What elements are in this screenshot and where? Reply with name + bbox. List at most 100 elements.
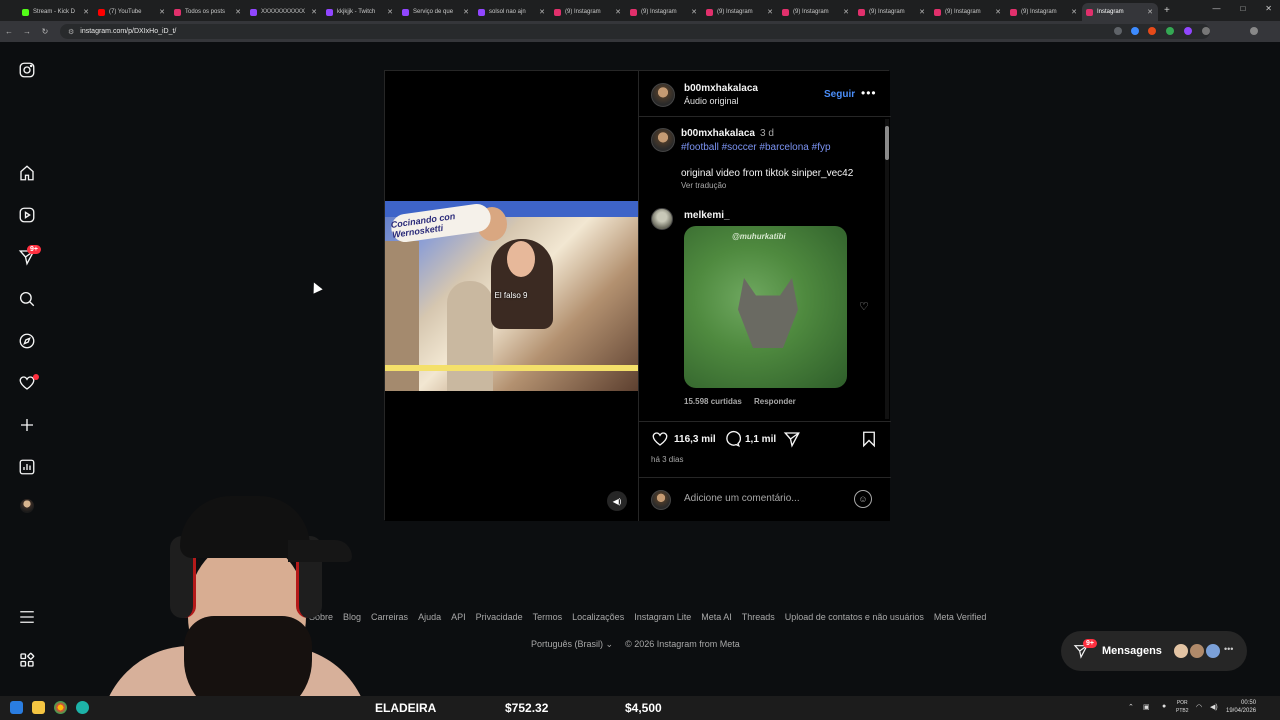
footer-link[interactable]: Carreiras [371, 612, 408, 622]
post-media[interactable]: Cocinando con Wernosketti El falso 9 ◀) [385, 71, 638, 521]
browser-tab[interactable]: XXXXXXXXXXX ✕ [246, 3, 322, 21]
footer-link[interactable]: Ajuda [418, 612, 441, 622]
commenter-avatar[interactable] [651, 208, 673, 230]
tray-mic-icon[interactable]: ● [1162, 703, 1166, 710]
follow-button[interactable]: Seguir [824, 89, 855, 100]
browser-tab[interactable]: (9) Instagram ✕ [778, 3, 854, 21]
tab-close-icon[interactable]: ✕ [691, 8, 697, 16]
reels-icon[interactable] [17, 205, 37, 225]
profile-avatar[interactable] [20, 499, 34, 513]
like-count[interactable]: 116,3 mil [674, 434, 716, 445]
tab-close-icon[interactable]: ✕ [615, 8, 621, 16]
explore-icon[interactable] [17, 331, 37, 351]
extensions-menu-icon[interactable] [1202, 27, 1210, 35]
tab-close-icon[interactable]: ✕ [463, 8, 469, 16]
caption-hashtags[interactable]: #football #soccer #barcelona #fyp [681, 142, 831, 153]
edge-icon[interactable] [76, 701, 89, 714]
like-icon[interactable] [651, 430, 669, 448]
browser-tab[interactable]: (9) Instagram ✕ [930, 3, 1006, 21]
tray-overflow-icon[interactable]: ⌃ [1128, 703, 1134, 711]
comment-likes-count[interactable]: 15.598 curtidas [684, 397, 742, 406]
tab-close-icon[interactable]: ✕ [767, 8, 773, 16]
minimize-icon[interactable]: — [1212, 4, 1220, 13]
extension-icon[interactable] [1166, 27, 1174, 35]
file-explorer-icon[interactable] [32, 701, 45, 714]
browser-tab[interactable]: Serviço de que ✕ [398, 3, 474, 21]
tab-close-icon[interactable]: ✕ [387, 8, 393, 16]
caption-username[interactable]: b00mxhakalaca [681, 128, 755, 139]
tab-close-icon[interactable]: ✕ [83, 8, 89, 16]
browser-tab[interactable]: (9) Instagram ✕ [702, 3, 778, 21]
comment-icon[interactable] [723, 430, 742, 448]
forward-icon[interactable]: → [18, 27, 36, 36]
footer-link[interactable]: Instagram Lite [634, 612, 691, 622]
menu-icon[interactable] [17, 607, 37, 627]
taskbar-clock[interactable]: 00:50 19/04/2026 [1226, 699, 1256, 715]
browser-tab[interactable]: (9) Instagram ✕ [854, 3, 930, 21]
messages-button[interactable]: 9+ Mensagens ••• [1061, 631, 1247, 671]
home-icon[interactable] [17, 163, 37, 183]
footer-link[interactable]: API [451, 612, 466, 622]
extension-icon[interactable] [1148, 27, 1156, 35]
create-icon[interactable] [17, 415, 37, 435]
see-translation-link[interactable]: Ver tradução [681, 181, 726, 190]
comments-scrollbar[interactable] [885, 119, 889, 419]
footer-link[interactable]: Meta Verified [934, 612, 987, 622]
volume-icon[interactable]: ◀) [1210, 703, 1218, 711]
footer-link[interactable]: Localizações [572, 612, 624, 622]
back-icon[interactable]: ← [0, 27, 18, 36]
comment-gif[interactable]: @muhurkatibi [684, 226, 847, 388]
footer-link[interactable]: Termos [533, 612, 563, 622]
reload-icon[interactable]: ↻ [36, 27, 54, 36]
comments-scroll-thumb[interactable] [885, 126, 889, 160]
more-options-icon[interactable]: ••• [861, 86, 877, 100]
browser-tab[interactable]: kkjkjjk - Twitch ✕ [322, 3, 398, 21]
browser-tab[interactable]: Stream - Kick D ✕ [18, 3, 94, 21]
emoji-icon[interactable]: ☺ [854, 490, 872, 508]
author-avatar[interactable] [651, 83, 675, 107]
browser-tab[interactable]: (9) Instagram ✕ [1006, 3, 1082, 21]
wifi-icon[interactable]: ◠ [1196, 703, 1202, 711]
browser-tab[interactable]: (7) YouTube ✕ [94, 3, 170, 21]
footer-link[interactable]: Meta AI [701, 612, 732, 622]
browser-tab[interactable]: Instagram ✕ [1082, 3, 1158, 21]
chrome-icon[interactable] [54, 701, 67, 714]
save-icon[interactable] [860, 430, 878, 448]
instagram-logo-icon[interactable] [17, 60, 37, 80]
tab-close-icon[interactable]: ✕ [1071, 8, 1077, 16]
tray-app-icon[interactable]: ▣ [1143, 703, 1150, 711]
author-username[interactable]: b00mxhakalaca [684, 83, 758, 94]
input-language[interactable]: POR PTB2 [1176, 699, 1189, 715]
site-info-icon[interactable]: ⚙ [68, 28, 74, 36]
browser-tab[interactable]: (9) Instagram ✕ [550, 3, 626, 21]
footer-link[interactable]: Privacidade [476, 612, 523, 622]
url-input[interactable]: ⚙ instagram.com/p/DXIxHo_iD_t/ [60, 24, 1210, 39]
reel-video[interactable]: Cocinando con Wernosketti El falso 9 [385, 201, 638, 391]
restore-icon[interactable]: □ [1240, 4, 1245, 13]
also-from-meta-icon[interactable] [17, 650, 37, 670]
tab-close-icon[interactable]: ✕ [995, 8, 1001, 16]
browser-tab[interactable]: Todos os posts ✕ [170, 3, 246, 21]
tab-close-icon[interactable]: ✕ [843, 8, 849, 16]
tab-close-icon[interactable]: ✕ [539, 8, 545, 16]
browser-tab[interactable]: solsol nao ajn ✕ [474, 3, 550, 21]
close-window-icon[interactable]: ✕ [1265, 4, 1272, 13]
comments-list[interactable]: b00mxhakalaca 3 d #football #soccer #bar… [639, 118, 891, 420]
audio-label[interactable]: Áudio original [684, 96, 739, 106]
dashboard-icon[interactable] [17, 457, 37, 477]
extension-icon[interactable] [1114, 27, 1122, 35]
audio-toggle-icon[interactable]: ◀) [607, 491, 627, 511]
tab-close-icon[interactable]: ✕ [235, 8, 241, 16]
commenter-username[interactable]: melkemi_ [684, 210, 730, 221]
comment-like-icon[interactable]: ♡ [859, 300, 869, 313]
tab-close-icon[interactable]: ✕ [311, 8, 317, 16]
comment-count[interactable]: 1,1 mil [745, 434, 776, 445]
language-select[interactable]: Português (Brasil) ⌄ [531, 639, 613, 650]
footer-link[interactable]: Upload de contatos e não usuários [785, 612, 924, 622]
browser-tab[interactable]: (9) Instagram ✕ [626, 3, 702, 21]
extension-icon[interactable] [1184, 27, 1192, 35]
footer-link[interactable]: Threads [742, 612, 775, 622]
add-comment-input[interactable]: Adicione um comentário... [684, 493, 800, 504]
reply-button[interactable]: Responder [754, 397, 796, 406]
caption-author-avatar[interactable] [651, 128, 675, 152]
